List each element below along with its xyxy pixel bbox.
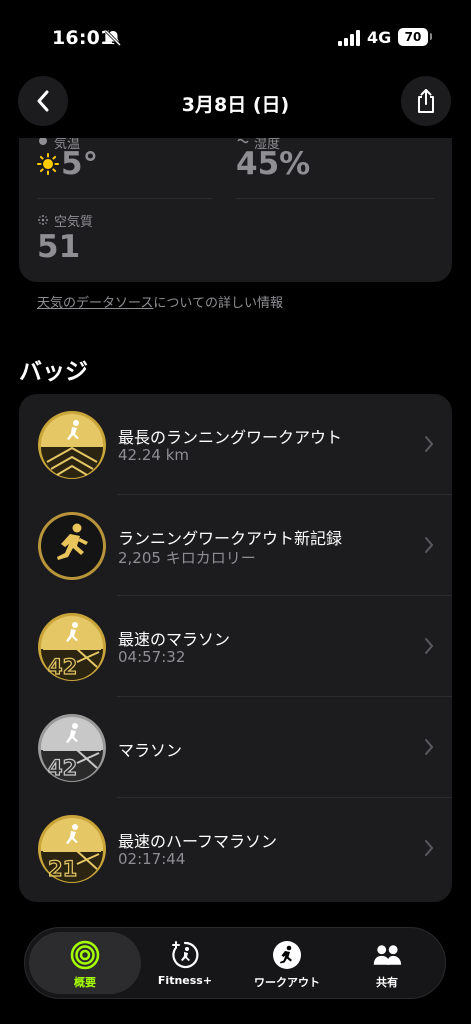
tab-label: ワークアウト — [254, 976, 320, 989]
gold-marathon-42-badge-icon: 42 — [38, 613, 106, 681]
air-quality-icon — [38, 215, 48, 225]
svg-text:42: 42 — [48, 655, 77, 679]
tab-label: 共有 — [376, 976, 398, 989]
temp-value: 5° — [61, 146, 99, 182]
divider — [37, 198, 212, 199]
chevron-right-icon — [425, 436, 434, 452]
tab-workouts[interactable]: ワークアウト — [231, 932, 343, 994]
network-type: 4G — [367, 28, 392, 47]
badges-card: 最長のランニングワークアウト 42.24 km ランニングワークアウト新記録 2… — [19, 394, 452, 902]
tab-summary[interactable]: 概要 — [29, 932, 141, 994]
badge-title: マラソン — [118, 741, 183, 760]
air-quality-label: 空気質 — [54, 215, 94, 230]
fitness-plus-icon — [172, 941, 199, 969]
badge-subtitle: 02:17:44 — [118, 850, 186, 868]
tab-bar: 概要 Fitness+ ワークアウト 共有 — [24, 927, 446, 999]
badge-title: 最長のランニングワークアウト — [118, 428, 343, 447]
badge-row[interactable]: 42 マラソン — [19, 697, 452, 798]
tab-label: 概要 — [74, 976, 96, 989]
badges-section-title: バッジ — [19, 359, 88, 385]
weather-source-suffix: についての詳しい情報 — [153, 296, 283, 311]
chevron-right-icon — [425, 638, 434, 654]
badge-row[interactable]: 42 最速のマラソン 04:57:32 — [19, 596, 452, 697]
svg-text:21: 21 — [48, 857, 77, 881]
silver-marathon-42-badge-icon: 42 — [38, 714, 106, 782]
badge-subtitle: 2,205 キロカロリー — [118, 549, 256, 567]
status-bar: 16:01 4G 70 — [0, 0, 471, 70]
nav-bar: 3月8日 (日) — [0, 70, 471, 138]
badge-title: 最速のマラソン — [118, 630, 231, 649]
gold-longest-run-badge-icon — [38, 411, 106, 479]
chevron-right-icon — [425, 840, 434, 856]
sun-icon — [37, 153, 59, 175]
share-icon — [418, 89, 434, 113]
battery-tip — [430, 33, 432, 40]
badge-subtitle: 42.24 km — [118, 446, 190, 464]
badge-title: 最速のハーフマラソン — [118, 832, 278, 851]
badge-row[interactable]: 最長のランニングワークアウト 42.24 km — [19, 394, 452, 495]
gold-half-marathon-21-badge-icon: 21 — [38, 815, 106, 883]
badge-subtitle: 04:57:32 — [118, 648, 186, 666]
weather-source-link[interactable]: 天気のデータソースについての詳しい情報 — [37, 292, 283, 311]
divider — [236, 198, 434, 199]
badge-row[interactable]: 21 最速のハーフマラソン 02:17:44 — [19, 798, 452, 899]
tab-fitness-plus[interactable]: Fitness+ — [129, 932, 241, 994]
humidity-value: 45% — [236, 146, 311, 182]
tab-sharing[interactable]: 共有 — [331, 932, 443, 994]
chevron-right-icon — [425, 537, 434, 553]
running-figure-icon — [273, 941, 301, 969]
svg-text:42: 42 — [48, 756, 77, 780]
bell-muted-icon — [104, 29, 122, 47]
activity-rings-icon — [70, 940, 100, 970]
battery-icon: 70 — [398, 28, 428, 46]
tab-label: Fitness+ — [157, 974, 213, 987]
weather-source-link-text[interactable]: 天気のデータソース — [37, 296, 153, 311]
air-quality-value: 51 — [37, 229, 81, 265]
cell-signal-icon — [338, 30, 362, 46]
badge-row[interactable]: ランニングワークアウト新記録 2,205 キロカロリー — [19, 495, 452, 596]
share-button[interactable] — [401, 76, 451, 126]
people-icon — [373, 945, 402, 965]
black-gold-running-record-badge-icon — [38, 512, 106, 580]
chevron-right-icon — [425, 739, 434, 755]
badge-title: ランニングワークアウト新記録 — [118, 529, 343, 548]
